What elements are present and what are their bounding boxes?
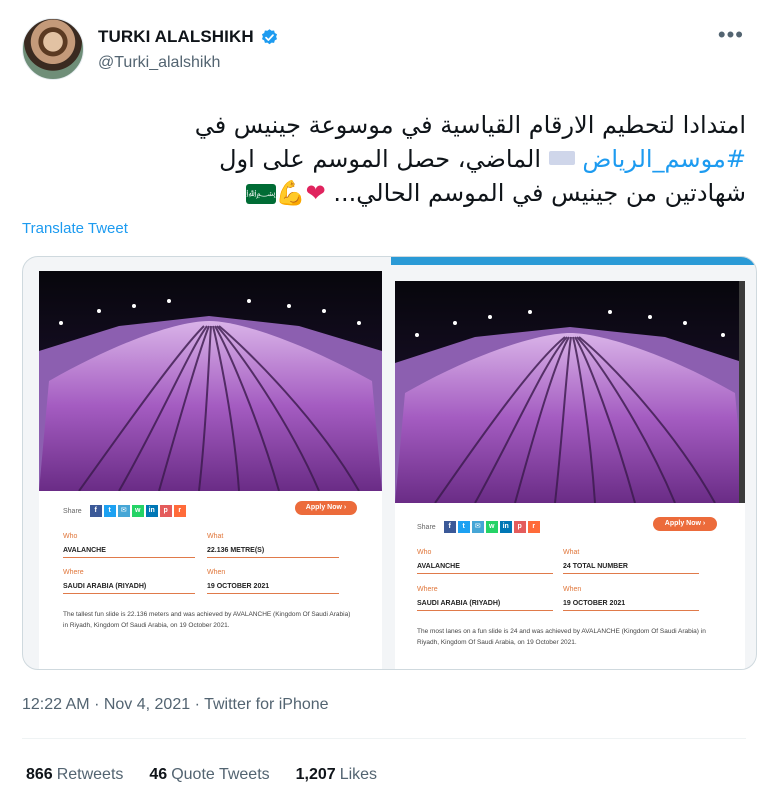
quote-tweets-stat[interactable]: 46 Quote Tweets xyxy=(149,766,269,784)
email-icon[interactable]: ✉ xyxy=(471,521,484,533)
whatsapp-icon[interactable]: w xyxy=(485,521,498,533)
hashtag-link[interactable]: #موسم_الرياض xyxy=(582,145,746,173)
author-handle[interactable]: @Turki_alalshikh xyxy=(98,54,220,72)
twitter-icon[interactable]: t xyxy=(103,505,116,517)
what-label: What xyxy=(563,549,580,556)
tweet-source[interactable]: Twitter for iPhone xyxy=(204,696,329,713)
tweet-line-3-text: شهادتين من جينيس في الموسم الحالي... xyxy=(333,179,746,207)
email-icon[interactable]: ✉ xyxy=(117,505,130,517)
share-row: Share f t ✉ w in p r xyxy=(417,521,540,533)
apply-now-button[interactable]: Apply Now › xyxy=(653,517,717,531)
retweets-stat[interactable]: 866 Retweets xyxy=(26,766,123,784)
whatsapp-icon[interactable]: w xyxy=(131,505,144,517)
who-label: Who xyxy=(417,549,432,556)
retweets-label: Retweets xyxy=(56,766,124,783)
record-description: The most lanes on a fun slide is 24 and … xyxy=(417,628,706,646)
what-value: 22.136 METRE(S) xyxy=(207,547,339,558)
more-options-icon[interactable]: ••• xyxy=(718,24,744,46)
riyadh-season-hashflag-icon xyxy=(548,151,575,165)
when-label: When xyxy=(563,586,582,593)
where-value: SAUDI ARABIA (RIYADH) xyxy=(417,600,553,611)
flexed-biceps-icon: 💪 xyxy=(275,179,306,207)
linkedin-icon[interactable]: in xyxy=(499,521,512,533)
reddit-icon[interactable]: r xyxy=(173,505,186,517)
translate-tweet-link[interactable]: Translate Tweet xyxy=(22,220,128,237)
who-value: AVALANCHE xyxy=(417,563,553,574)
quotes-label: Quote Tweets xyxy=(171,766,270,783)
red-heart-icon: ❤ xyxy=(305,179,326,207)
tweet-media[interactable]: Share f t ✉ w in p r Apply Now › Who AVA… xyxy=(22,256,757,670)
verified-badge-icon xyxy=(261,28,277,44)
share-label: Share xyxy=(417,523,436,531)
when-label: When xyxy=(207,569,226,576)
pinterest-icon[interactable]: p xyxy=(159,505,172,517)
avalanche-slide-photo xyxy=(395,281,745,503)
author-name-row: TURKI ALALSHIKH xyxy=(98,27,279,47)
guinness-record-card-left[interactable]: Share f t ✉ w in p r Apply Now › Who AVA… xyxy=(39,271,382,669)
tweet-date[interactable]: Nov 4, 2021 xyxy=(104,696,190,713)
what-value: 24 TOTAL NUMBER xyxy=(563,563,699,574)
avalanche-slide-photo xyxy=(39,271,382,491)
quotes-count: 46 xyxy=(149,766,168,783)
who-label: Who xyxy=(63,533,78,540)
when-value: 19 OCTOBER 2021 xyxy=(563,600,699,611)
meta-separator: · xyxy=(194,696,205,713)
who-value: AVALANCHE xyxy=(63,547,195,558)
tweet-stats: 866 Retweets 46 Quote Tweets 1,207 Likes xyxy=(26,766,377,784)
facebook-icon[interactable]: f xyxy=(89,505,102,517)
saudi-flag-icon: ﷽ xyxy=(207,184,276,204)
tweet-header: TURKI ALALSHIKH @Turki_alalshikh ••• xyxy=(22,16,746,86)
author-name[interactable]: TURKI ALALSHIKH xyxy=(98,27,254,47)
retweets-count: 866 xyxy=(26,766,53,783)
where-label: Where xyxy=(63,569,84,576)
likes-stat[interactable]: 1,207 Likes xyxy=(296,766,377,784)
twitter-icon[interactable]: t xyxy=(457,521,470,533)
avatar[interactable] xyxy=(22,18,84,80)
tweet-line-3: شهادتين من جينيس في الموسم الحالي... ❤💪﷽ xyxy=(22,176,746,210)
linkedin-icon[interactable]: in xyxy=(145,505,158,517)
reddit-icon[interactable]: r xyxy=(527,521,540,533)
divider xyxy=(22,738,746,739)
share-label: Share xyxy=(63,507,82,515)
tweet-text: امتدادا لتحطيم الارقام القياسية في موسوع… xyxy=(22,108,746,210)
when-value: 19 OCTOBER 2021 xyxy=(207,583,339,594)
guinness-record-card-right[interactable]: Share f t ✉ w in p r Apply Now › Who AVA… xyxy=(395,281,745,669)
tweet-meta: 12:22 AM · Nov 4, 2021 · Twitter for iPh… xyxy=(22,696,329,714)
where-label: Where xyxy=(417,586,438,593)
share-row: Share f t ✉ w in p r xyxy=(63,505,186,517)
apply-now-button[interactable]: Apply Now › xyxy=(295,501,357,515)
tweet-line-2-text: الماضي، حصل الموسم على اول xyxy=(219,145,542,173)
likes-count: 1,207 xyxy=(295,766,336,783)
meta-separator: · xyxy=(94,696,104,713)
tweet-line-1: امتدادا لتحطيم الارقام القياسية في موسوع… xyxy=(194,111,746,139)
pinterest-icon[interactable]: p xyxy=(513,521,526,533)
right-image-top-bar xyxy=(391,257,756,265)
tweet-time[interactable]: 12:22 AM xyxy=(22,696,90,713)
tweet-line-2: #موسم_الرياض الماضي، حصل الموسم على اول xyxy=(22,142,746,176)
where-value: SAUDI ARABIA (RIYADH) xyxy=(63,583,195,594)
record-description: The tallest fun slide is 22.136 meters a… xyxy=(63,611,351,629)
what-label: What xyxy=(207,533,224,540)
facebook-icon[interactable]: f xyxy=(443,521,456,533)
likes-label: Likes xyxy=(339,766,378,783)
